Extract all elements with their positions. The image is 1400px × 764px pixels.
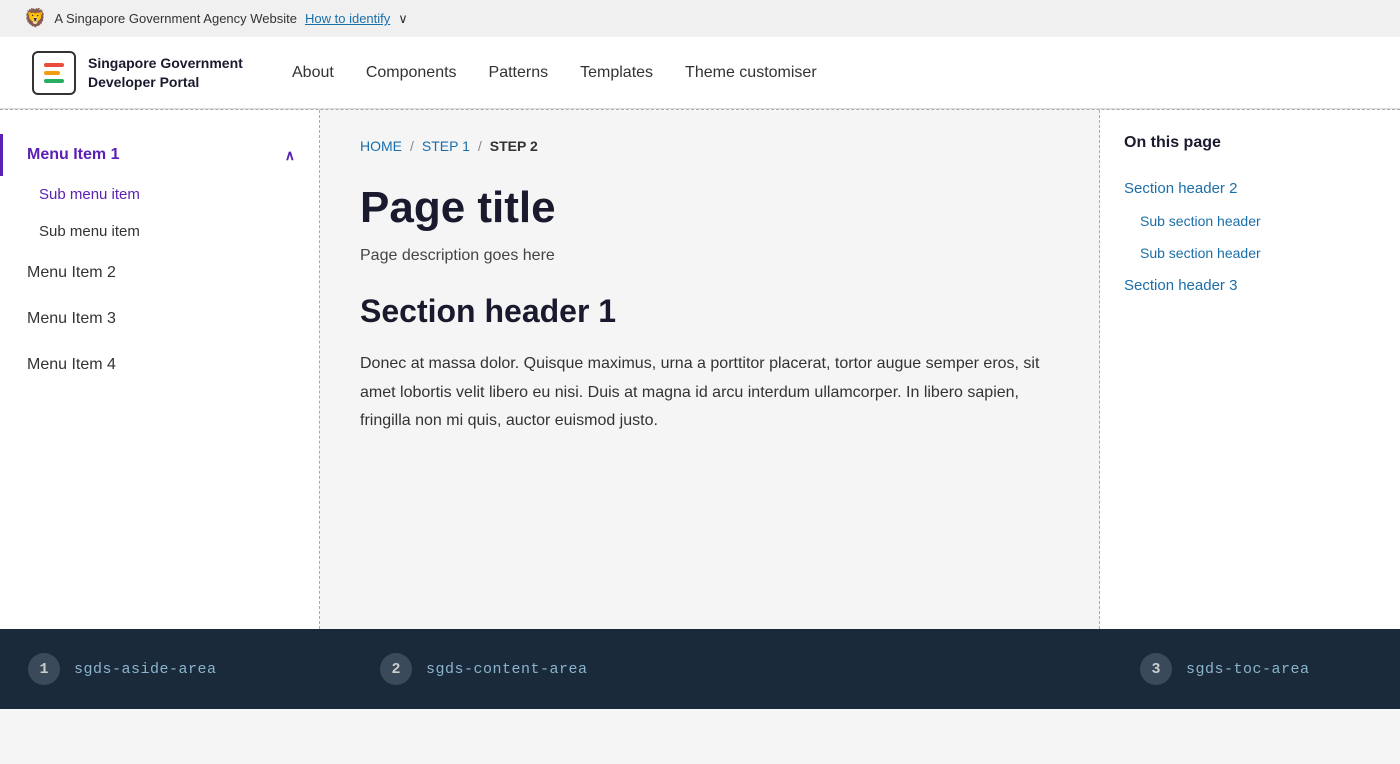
agency-text: A Singapore Government Agency Website	[54, 11, 297, 26]
breadcrumb-step1[interactable]: STEP 1	[422, 138, 470, 154]
nav-templates[interactable]: Templates	[580, 64, 653, 81]
breadcrumb-sep-2: /	[478, 138, 482, 154]
toc-link-section-2[interactable]: Section header 2	[1124, 180, 1237, 197]
lion-icon: 🦁	[24, 8, 46, 29]
annotation-content: 2 sgds-content-area	[320, 653, 1100, 685]
toc-item-section-3: Section header 3	[1124, 269, 1376, 302]
toc-item-section-2: Section header 2	[1124, 172, 1376, 205]
nav-patterns[interactable]: Patterns	[489, 64, 549, 81]
chevron-up-icon: ∧	[285, 147, 295, 164]
top-banner: 🦁 A Singapore Government Agency Website …	[0, 0, 1400, 37]
annotation-label-1: sgds-aside-area	[74, 661, 217, 678]
logo-lines	[38, 57, 70, 89]
annotation-badge-2: 2	[380, 653, 412, 685]
annotation-label-2: sgds-content-area	[426, 661, 588, 678]
content-body: Donec at massa dolor. Quisque maximus, u…	[360, 350, 1059, 436]
main-layout: Menu Item 1 ∧ Sub menu item Sub menu ite…	[0, 109, 1400, 629]
annotation-aside: 1 sgds-aside-area	[0, 653, 320, 685]
sidebar: Menu Item 1 ∧ Sub menu item Sub menu ite…	[0, 110, 320, 629]
nav-about[interactable]: About	[292, 64, 334, 81]
breadcrumb-sep-1: /	[410, 138, 414, 154]
toc-item-sub-1: Sub section header	[1124, 205, 1376, 237]
toc-title: On this page	[1124, 134, 1376, 152]
toc-area: On this page Section header 2 Sub sectio…	[1100, 110, 1400, 629]
toc-link-sub-1[interactable]: Sub section header	[1140, 213, 1261, 229]
annotation-toc: 3 sgds-toc-area	[1100, 653, 1400, 685]
toc-item-sub-2: Sub section header	[1124, 237, 1376, 269]
sidebar-menu-item-2[interactable]: Menu Item 2	[0, 250, 319, 296]
logo-line-3	[44, 79, 64, 83]
identify-link[interactable]: How to identify	[305, 11, 390, 26]
annotation-badge-1: 1	[28, 653, 60, 685]
breadcrumb: HOME / STEP 1 / STEP 2	[360, 138, 1059, 154]
sidebar-menu-item-4[interactable]: Menu Item 4	[0, 342, 319, 388]
sidebar-sub-item-1-active[interactable]: Sub menu item	[0, 176, 319, 213]
banner-chevron: ∨	[398, 11, 408, 27]
page-title: Page title	[360, 182, 1059, 235]
sidebar-menu-item-3[interactable]: Menu Item 3	[0, 296, 319, 342]
logo-line-1	[44, 63, 64, 67]
sidebar-menu: Menu Item 1 ∧ Sub menu item Sub menu ite…	[0, 134, 319, 388]
toc-link-section-3[interactable]: Section header 3	[1124, 277, 1237, 294]
logo-text: Singapore GovernmentDeveloper Portal	[88, 54, 243, 90]
nav-components[interactable]: Components	[366, 64, 457, 81]
content-area: HOME / STEP 1 / STEP 2 Page title Page d…	[320, 110, 1100, 629]
annotation-badge-3: 3	[1140, 653, 1172, 685]
sidebar-sub-item-1-plain[interactable]: Sub menu item	[0, 213, 319, 250]
header: Singapore GovernmentDeveloper Portal Abo…	[0, 37, 1400, 109]
logo-icon	[32, 51, 76, 95]
main-nav: About Components Patterns Templates Them…	[292, 64, 817, 82]
annotation-label-3: sgds-toc-area	[1186, 661, 1310, 678]
section-header-1: Section header 1	[360, 293, 1059, 330]
logo-link[interactable]: Singapore GovernmentDeveloper Portal	[32, 51, 252, 95]
sidebar-menu-item-1[interactable]: Menu Item 1 ∧	[0, 134, 319, 176]
logo-line-2	[44, 71, 60, 75]
breadcrumb-home[interactable]: HOME	[360, 138, 402, 154]
toc-list: Section header 2 Sub section header Sub …	[1124, 172, 1376, 302]
page-description: Page description goes here	[360, 247, 1059, 265]
sidebar-menu-item-1-label: Menu Item 1	[27, 146, 119, 164]
toc-link-sub-2[interactable]: Sub section header	[1140, 245, 1261, 261]
breadcrumb-current: STEP 2	[490, 138, 538, 154]
nav-theme-customiser[interactable]: Theme customiser	[685, 64, 817, 81]
annotation-bar: 1 sgds-aside-area 2 sgds-content-area 3 …	[0, 629, 1400, 709]
sidebar-sub-items: Sub menu item Sub menu item	[0, 176, 319, 250]
